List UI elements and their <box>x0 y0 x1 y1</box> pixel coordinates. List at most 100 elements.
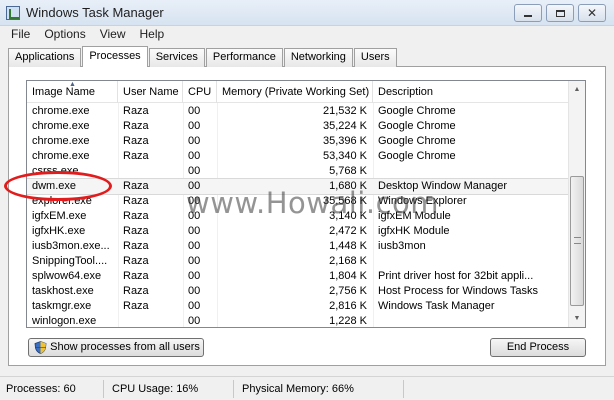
process-rows: chrome.exe Raza 00 21,532 K Google Chrome chr… <box>27 104 569 327</box>
tab-applications[interactable]: Applications <box>8 48 82 67</box>
cell-image-name: taskmgr.exe <box>32 300 92 312</box>
tab-users[interactable]: Users <box>353 48 397 67</box>
column-memory[interactable]: Memory (Private Working Set) <box>217 81 373 103</box>
cell-cpu: 00 <box>188 165 201 177</box>
cell-memory: 1,680 K <box>329 180 367 192</box>
cell-cpu: 00 <box>188 135 201 147</box>
menu-view[interactable]: View <box>93 26 133 44</box>
table-row[interactable]: taskhost.exe Raza 00 2,756 K Host Process fo… <box>27 284 568 299</box>
cell-description: igfxEM Module <box>378 210 451 222</box>
tab-networking[interactable]: Networking <box>283 48 353 67</box>
vertical-scrollbar[interactable]: ▲ ▼ <box>568 81 585 327</box>
show-all-users-button[interactable]: Show processes from all users <box>28 338 204 357</box>
maximize-button[interactable] <box>546 4 574 22</box>
table-row[interactable]: igfxHK.exe Raza 00 2,472 K igfxHK Module <box>27 224 568 239</box>
end-process-button[interactable]: End Process <box>490 338 586 357</box>
cell-description: Windows Explorer <box>378 195 467 207</box>
tab-services[interactable]: Services <box>148 48 205 67</box>
cell-cpu: 00 <box>188 240 201 252</box>
minimize-button[interactable] <box>514 4 542 22</box>
cell-user-name: Raza <box>123 210 149 222</box>
scroll-up-button[interactable]: ▲ <box>569 81 585 98</box>
status-physical-memory: Physical Memory: 66% <box>238 380 404 398</box>
cell-user-name: Raza <box>123 285 149 297</box>
close-button[interactable]: ✕ <box>578 4 606 22</box>
table-row[interactable]: taskmgr.exe Raza 00 2,816 K Windows Task Man… <box>27 299 568 314</box>
cell-image-name: chrome.exe <box>32 150 90 162</box>
uac-shield-icon <box>34 341 47 354</box>
menu-options[interactable]: Options <box>37 26 92 44</box>
column-cpu[interactable]: CPU <box>183 81 217 103</box>
tab-performance[interactable]: Performance <box>205 48 283 67</box>
cell-memory: 35,396 K <box>322 135 367 147</box>
column-header-row: ▲ Image Name User Name CPU Memory (Priva… <box>27 81 585 103</box>
table-row[interactable]: splwow64.exe Raza 00 1,804 K Print driver ho… <box>27 269 568 284</box>
tab-processes[interactable]: Processes <box>82 46 148 67</box>
table-row[interactable]: iusb3mon.exe... Raza 00 1,448 K iusb3mon <box>27 239 568 254</box>
scrollbar-thumb[interactable] <box>570 176 584 306</box>
table-row[interactable]: chrome.exe Raza 00 21,532 K Google Chrome <box>27 104 568 119</box>
cell-memory: 2,756 K <box>329 285 367 297</box>
column-image-name-label: Image Name <box>32 86 95 98</box>
status-bar: Processes: 60 CPU Usage: 16% Physical Me… <box>0 376 614 400</box>
cell-image-name: splwow64.exe <box>32 270 102 282</box>
cell-user-name <box>118 314 183 327</box>
cell-description: Host Process for Windows Tasks <box>378 285 538 297</box>
cell-cpu: 00 <box>188 300 201 312</box>
cell-image-name: SnippingTool.... <box>32 255 108 267</box>
process-list[interactable]: ▲ Image Name User Name CPU Memory (Priva… <box>26 80 586 328</box>
cell-description: igfxHK Module <box>378 225 450 237</box>
status-processes: Processes: 60 <box>2 380 104 398</box>
task-manager-window: Windows Task Manager ✕ File Options View… <box>0 0 614 400</box>
caption-buttons: ✕ <box>510 4 606 22</box>
table-row[interactable]: csrss.exe 00 5,768 K <box>27 164 568 179</box>
cell-user-name: Raza <box>123 240 149 252</box>
cell-description: Print driver host for 32bit appli... <box>378 270 534 282</box>
table-row[interactable]: winlogon.exe 00 1,228 K <box>27 314 568 327</box>
table-row[interactable]: chrome.exe Raza 00 35,224 K Google Chrome <box>27 119 568 134</box>
title-bar[interactable]: Windows Task Manager ✕ <box>0 0 614 26</box>
cell-user-name: Raza <box>123 255 149 267</box>
cell-memory: 53,340 K <box>322 150 367 162</box>
show-all-users-label: Show processes from all users <box>50 341 200 353</box>
minimize-icon <box>524 15 532 17</box>
cell-user-name: Raza <box>123 180 149 192</box>
task-manager-icon <box>6 6 20 20</box>
table-row[interactable]: chrome.exe Raza 00 53,340 K Google Chrome <box>27 149 568 164</box>
table-row[interactable]: igfxEM.exe Raza 00 3,140 K igfxEM Module <box>27 209 568 224</box>
cell-memory: 2,168 K <box>329 255 367 267</box>
cell-description: Desktop Window Manager <box>378 180 508 192</box>
status-cpu-usage: CPU Usage: 16% <box>108 380 234 398</box>
cell-description: Google Chrome <box>378 150 456 162</box>
cell-description <box>373 314 568 327</box>
cell-memory: 1,804 K <box>329 270 367 282</box>
cell-memory: 3,140 K <box>329 210 367 222</box>
cell-memory: 35,568 K <box>322 195 367 207</box>
window-title: Windows Task Manager <box>26 5 164 20</box>
cell-cpu: 00 <box>188 195 201 207</box>
column-user-name[interactable]: User Name <box>118 81 183 103</box>
cell-user-name: Raza <box>123 270 149 282</box>
sort-ascending-icon: ▲ <box>69 81 76 88</box>
cell-description: Google Chrome <box>378 120 456 132</box>
menu-help[interactable]: Help <box>133 26 172 44</box>
cell-memory: 1,228 K <box>329 315 367 327</box>
cell-user-name: Raza <box>123 120 149 132</box>
column-image-name[interactable]: ▲ Image Name <box>27 81 118 103</box>
cell-cpu: 00 <box>188 270 201 282</box>
cell-user-name: Raza <box>123 225 149 237</box>
maximize-icon <box>555 9 565 17</box>
cell-cpu: 00 <box>188 225 201 237</box>
scroll-down-button[interactable]: ▼ <box>569 310 585 327</box>
cell-description <box>373 254 568 269</box>
column-description[interactable]: Description <box>373 81 568 103</box>
cell-description: Windows Task Manager <box>378 300 495 312</box>
menu-file[interactable]: File <box>4 26 37 44</box>
table-row[interactable]: chrome.exe Raza 00 35,396 K Google Chrome <box>27 134 568 149</box>
table-row[interactable]: SnippingTool.... Raza 00 2,168 K <box>27 254 568 269</box>
cell-cpu: 00 <box>188 285 201 297</box>
table-row[interactable]: explorer.exe Raza 00 35,568 K Windows Explor… <box>27 194 568 209</box>
scroll-down-icon: ▼ <box>573 315 581 322</box>
table-row[interactable]: dwm.exe Raza 00 1,680 K Desktop Window Manag… <box>27 178 569 195</box>
cell-cpu: 00 <box>188 180 201 192</box>
